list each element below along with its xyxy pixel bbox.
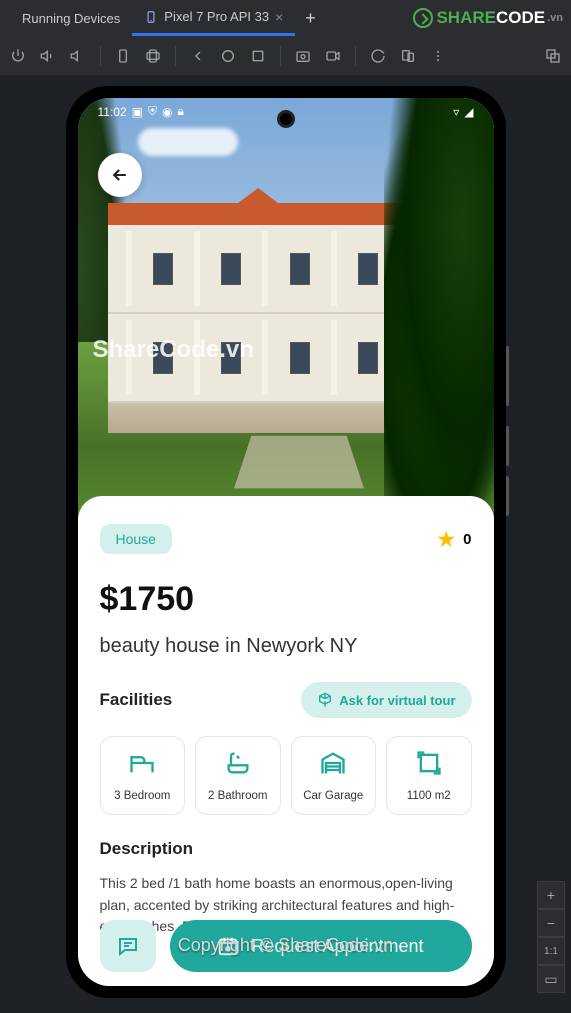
watermark-text: ShareCode.vn (93, 336, 254, 364)
rotate-right-icon[interactable] (145, 48, 161, 64)
add-tab-button[interactable]: + (305, 8, 316, 29)
facility-bathroom[interactable]: 2 Bathroom (195, 736, 281, 815)
virtual-tour-button[interactable]: Ask for virtual tour (301, 682, 471, 718)
volume-up-icon[interactable] (40, 48, 56, 64)
rating: ★ 0 (437, 527, 471, 552)
garage-icon (319, 749, 347, 777)
sharecode-logo: SHARECODE.vn (413, 8, 563, 28)
zoom-out-button[interactable]: − (537, 909, 565, 937)
power-icon[interactable] (10, 48, 26, 64)
bed-icon (128, 749, 156, 777)
device-frame: 11:02 ▣ ⛨ ◉ 🔒︎ ▿ ◢ ShareCode.vn (66, 86, 506, 998)
description-heading: Description (100, 839, 472, 859)
close-tab-icon[interactable]: × (275, 9, 283, 25)
inspect-icon[interactable] (545, 48, 561, 64)
star-icon: ★ (437, 527, 455, 552)
running-devices-panel[interactable]: Running Devices (10, 3, 132, 34)
phone-icon (144, 10, 158, 24)
facility-area[interactable]: 1100 m2 (386, 736, 472, 815)
area-icon (415, 749, 443, 777)
status-time: 11:02 (98, 105, 127, 119)
price: $1750 (100, 580, 472, 619)
home-icon[interactable] (220, 48, 236, 64)
chat-icon (116, 934, 140, 958)
device-tab[interactable]: Pixel 7 Pro API 33 × (132, 1, 295, 36)
tab-label: Pixel 7 Pro API 33 (164, 9, 269, 24)
zoom-fit-button[interactable]: ▭ (537, 965, 565, 993)
more-icon[interactable] (430, 48, 446, 64)
facilities-heading: Facilities (100, 690, 173, 710)
zoom-controls: + − 1:1 ▭ (537, 881, 565, 993)
chat-button[interactable] (100, 920, 156, 972)
property-hero-image: 11:02 ▣ ⛨ ◉ 🔒︎ ▿ ◢ ShareCode.vn (78, 98, 494, 518)
shield-icon: ⛨ (148, 104, 157, 119)
cube-icon (317, 692, 333, 708)
status-icon: ▣ (132, 105, 143, 119)
facility-garage[interactable]: Car Garage (291, 736, 377, 815)
back-icon[interactable] (190, 48, 206, 64)
record-icon[interactable] (325, 48, 341, 64)
content-sheet: House ★ 0 $1750 beauty house in Newyork … (78, 496, 494, 986)
camera-punch-hole (277, 110, 295, 128)
wifi-icon: ▿ (453, 105, 459, 119)
rating-value: 0 (463, 531, 471, 548)
zoom-ratio-button[interactable]: 1:1 (537, 937, 565, 965)
calendar-icon (217, 935, 239, 957)
zoom-in-button[interactable]: + (537, 881, 565, 909)
lock-icon: 🔒︎ (177, 104, 183, 119)
screenshot-icon[interactable] (295, 48, 311, 64)
facility-bedroom[interactable]: 3 Bedroom (100, 736, 186, 815)
rotate-left-icon[interactable] (115, 48, 131, 64)
back-button[interactable] (98, 153, 142, 197)
listing-title: beauty house in Newyork NY (100, 635, 472, 658)
category-pill[interactable]: House (100, 524, 172, 554)
overview-icon[interactable] (250, 48, 266, 64)
signal-icon: ◢ (464, 105, 473, 119)
refresh-icon[interactable] (370, 48, 386, 64)
request-appointment-button[interactable]: Request Appointment (170, 920, 472, 972)
dot-icon: ◉ (162, 105, 172, 119)
volume-down-icon[interactable] (70, 48, 86, 64)
arrow-left-icon (110, 165, 130, 185)
device-screen: 11:02 ▣ ⛨ ◉ 🔒︎ ▿ ◢ ShareCode.vn (78, 98, 494, 986)
devices-icon[interactable] (400, 48, 416, 64)
bath-icon (224, 749, 252, 777)
